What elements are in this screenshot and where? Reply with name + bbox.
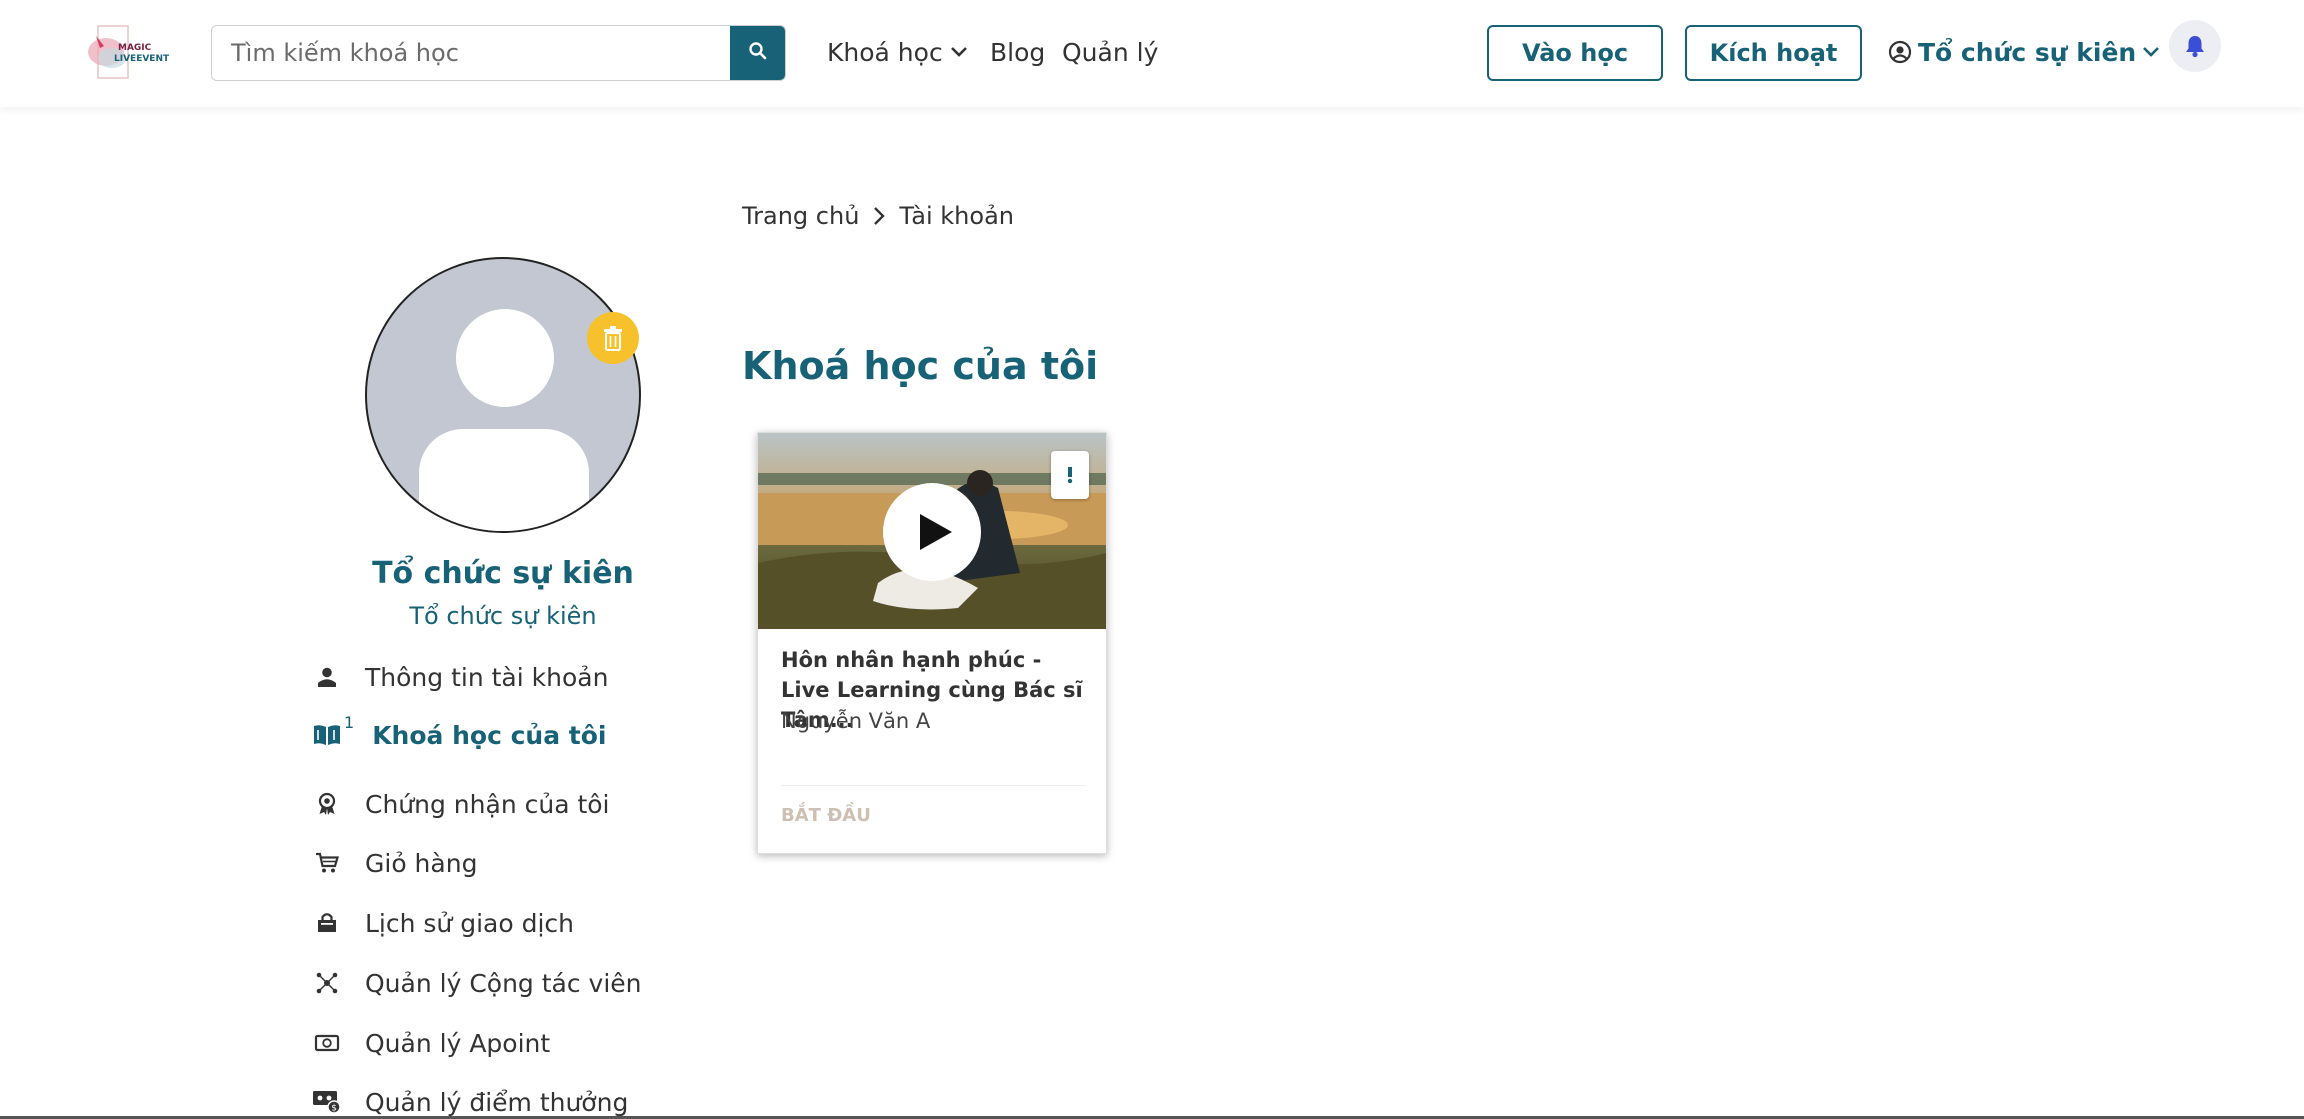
- sidebar-item-reward-points[interactable]: $ Quản lý điểm thưởng: [312, 1084, 628, 1119]
- logo-text-bottom: LIVEEVENT: [114, 54, 170, 64]
- course-count-badge: 1: [344, 713, 355, 732]
- breadcrumb-current: Tài khoản: [899, 202, 1014, 230]
- search-box: [211, 25, 786, 81]
- more-vertical-icon: [1067, 464, 1073, 486]
- avatar-placeholder-head: [456, 309, 554, 407]
- sidebar-item-label: Khoá học của tôi: [372, 720, 607, 750]
- enter-class-button[interactable]: Vào học: [1487, 25, 1663, 81]
- nav-manage-link[interactable]: Quản lý: [1062, 34, 1158, 70]
- chevron-down-icon: [2142, 46, 2160, 58]
- nav-courses-dropdown[interactable]: Khoá học: [827, 34, 968, 70]
- nav-courses-label: Khoá học: [827, 37, 943, 67]
- user-menu-label: Tổ chức sự kiên: [1918, 37, 2137, 67]
- site-logo[interactable]: MAGIC LIVEEVENT: [84, 22, 184, 82]
- sidebar-item-label: Lịch sử giao dịch: [365, 908, 575, 938]
- nav-blog-label: Blog: [990, 37, 1046, 67]
- sidebar-item-certificates[interactable]: Chứng nhận của tôi: [312, 786, 610, 822]
- breadcrumb-home-link[interactable]: Trang chủ: [742, 202, 859, 230]
- sidebar-item-collaborators[interactable]: Quản lý Cộng tác viên: [312, 965, 642, 1001]
- notification-button[interactable]: [2169, 20, 2221, 72]
- sidebar-item-account-info[interactable]: Thông tin tài khoản: [312, 659, 608, 695]
- course-card[interactable]: Hôn nhân hạnh phúc - Live Learning cùng …: [757, 432, 1107, 854]
- book-icon: [312, 720, 342, 750]
- network-icon: [312, 968, 342, 998]
- course-author: Nguyễn Văn A: [781, 709, 931, 733]
- svg-text:$: $: [331, 1104, 337, 1114]
- play-video-button[interactable]: [883, 483, 981, 581]
- sidebar-item-label: Thông tin tài khoản: [365, 662, 609, 692]
- search-input[interactable]: [212, 26, 732, 80]
- reward-points-icon: $: [312, 1087, 342, 1117]
- chevron-right-icon: [873, 206, 886, 226]
- avatar-placeholder-body: [419, 429, 589, 531]
- sidebar-item-cart[interactable]: Giỏ hàng: [312, 845, 477, 881]
- chevron-down-icon: [950, 46, 968, 58]
- play-icon: [918, 512, 954, 552]
- user-circle-icon: [1888, 40, 1912, 64]
- money-icon: [312, 1028, 342, 1058]
- profile-avatar: [365, 257, 641, 533]
- course-options-button[interactable]: [1051, 451, 1089, 499]
- sidebar-item-label: Quản lý Apoint: [365, 1028, 551, 1058]
- user-icon: [312, 662, 342, 692]
- delete-avatar-button[interactable]: [587, 312, 639, 364]
- search-icon: [748, 41, 768, 65]
- award-icon: [312, 789, 342, 819]
- cart-icon: [312, 848, 342, 878]
- card-divider: [781, 785, 1086, 786]
- sidebar-item-my-courses[interactable]: 1 Khoá học của tôi: [312, 713, 607, 753]
- profile-name: Tổ chức sự kiên: [372, 556, 634, 591]
- sidebar-item-transactions[interactable]: Lịch sử giao dịch: [312, 905, 574, 941]
- sidebar-item-label: Quản lý Cộng tác viên: [365, 968, 642, 998]
- sidebar-item-label: Giỏ hàng: [365, 848, 478, 878]
- nav-blog-link[interactable]: Blog: [990, 34, 1045, 70]
- bell-icon: [2184, 34, 2206, 58]
- top-header: MAGIC LIVEEVENT Khoá học Blog Quản lý Và…: [0, 0, 2304, 107]
- breadcrumb: Trang chủ Tài khoản: [742, 198, 1014, 234]
- sidebar-item-label: Quản lý điểm thưởng: [365, 1087, 629, 1117]
- start-course-button[interactable]: BẮT ĐẦU: [781, 805, 871, 826]
- trash-icon: [601, 324, 625, 352]
- logo-text-top: MAGIC: [118, 43, 152, 53]
- page-title: Khoá học của tôi: [742, 344, 1099, 388]
- search-button[interactable]: [730, 26, 785, 80]
- sidebar-item-apoint[interactable]: Quản lý Apoint: [312, 1025, 550, 1061]
- activate-button[interactable]: Kích hoạt: [1685, 25, 1862, 81]
- nav-manage-label: Quản lý: [1062, 37, 1159, 67]
- sidebar-item-label: Chứng nhận của tôi: [365, 789, 610, 819]
- course-thumbnail[interactable]: [758, 433, 1106, 629]
- shopping-bag-icon: [312, 908, 342, 938]
- profile-role: Tổ chức sự kiên: [409, 602, 597, 630]
- user-menu-dropdown[interactable]: Tổ chức sự kiên: [1888, 34, 2160, 70]
